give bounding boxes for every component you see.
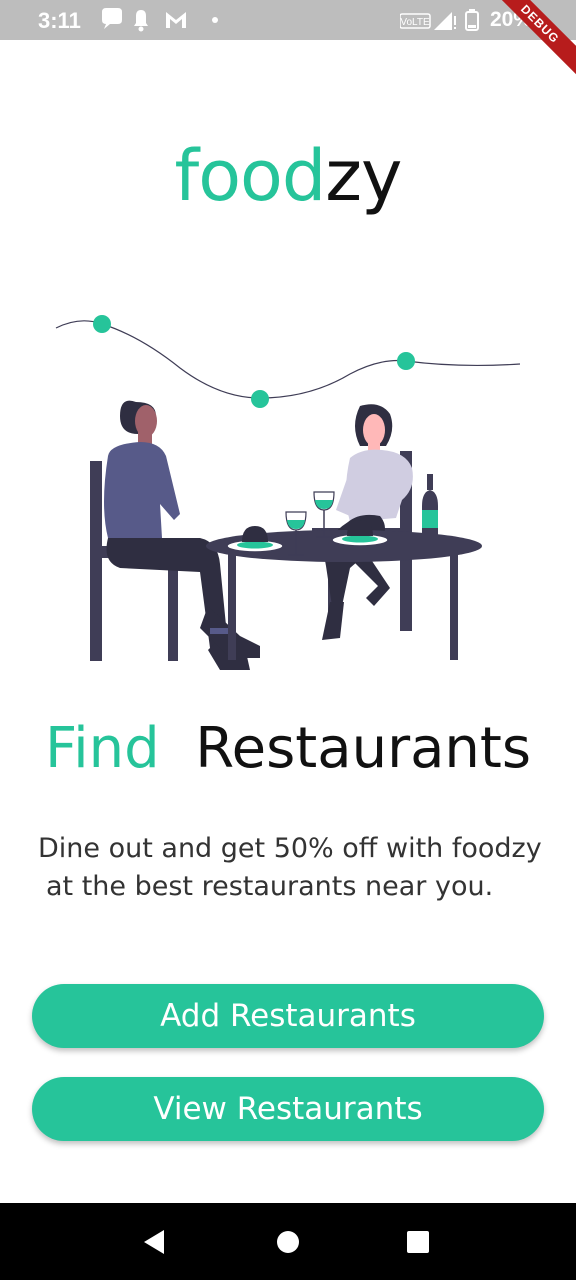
status-time: 3:11 bbox=[38, 8, 81, 33]
dining-couple-illustration bbox=[55, 315, 521, 670]
volte-icon: VoLTE bbox=[400, 13, 431, 29]
tagline-line-1: Dine out and get 50% off with foodzy bbox=[38, 833, 542, 864]
signal-icon bbox=[434, 12, 456, 30]
chat-icon bbox=[102, 8, 122, 29]
tagline-line-2: at the best restaurants near you. bbox=[46, 871, 494, 902]
string-light-wire bbox=[55, 320, 521, 399]
recents-icon[interactable] bbox=[407, 1231, 429, 1253]
add-restaurants-button[interactable]: Add Restaurants bbox=[32, 984, 544, 1048]
man-figure bbox=[104, 400, 260, 670]
tagline: Dine out and get 50% off with foodzy at … bbox=[38, 830, 548, 906]
logo-rest-text: zy bbox=[325, 135, 402, 217]
nav-buttons bbox=[144, 1230, 429, 1254]
status-bar: 3:11 VoLTE 20% DEBUG bbox=[0, 0, 576, 81]
bell-icon bbox=[134, 10, 148, 32]
light-bulb bbox=[93, 315, 111, 333]
light-bulb bbox=[251, 390, 269, 408]
headline-accent-text: Find bbox=[44, 716, 160, 781]
back-icon[interactable] bbox=[144, 1230, 164, 1254]
svg-text:VoLTE: VoLTE bbox=[400, 17, 430, 28]
headline-rest-text: Restaurants bbox=[195, 716, 532, 781]
app-logo: foodzy bbox=[0, 136, 576, 216]
wine-bottle bbox=[422, 474, 438, 536]
gmail-icon bbox=[166, 12, 186, 28]
navigation-bar bbox=[0, 1203, 576, 1280]
status-icons-left bbox=[102, 8, 218, 32]
home-icon[interactable] bbox=[277, 1231, 299, 1253]
light-bulb bbox=[397, 352, 415, 370]
headline: Find Restaurants bbox=[0, 716, 576, 782]
battery-icon bbox=[465, 9, 479, 31]
dot-icon bbox=[212, 17, 218, 23]
view-restaurants-button[interactable]: View Restaurants bbox=[32, 1077, 544, 1141]
status-icons-right: VoLTE bbox=[400, 9, 479, 31]
logo-accent-text: food bbox=[174, 135, 327, 217]
